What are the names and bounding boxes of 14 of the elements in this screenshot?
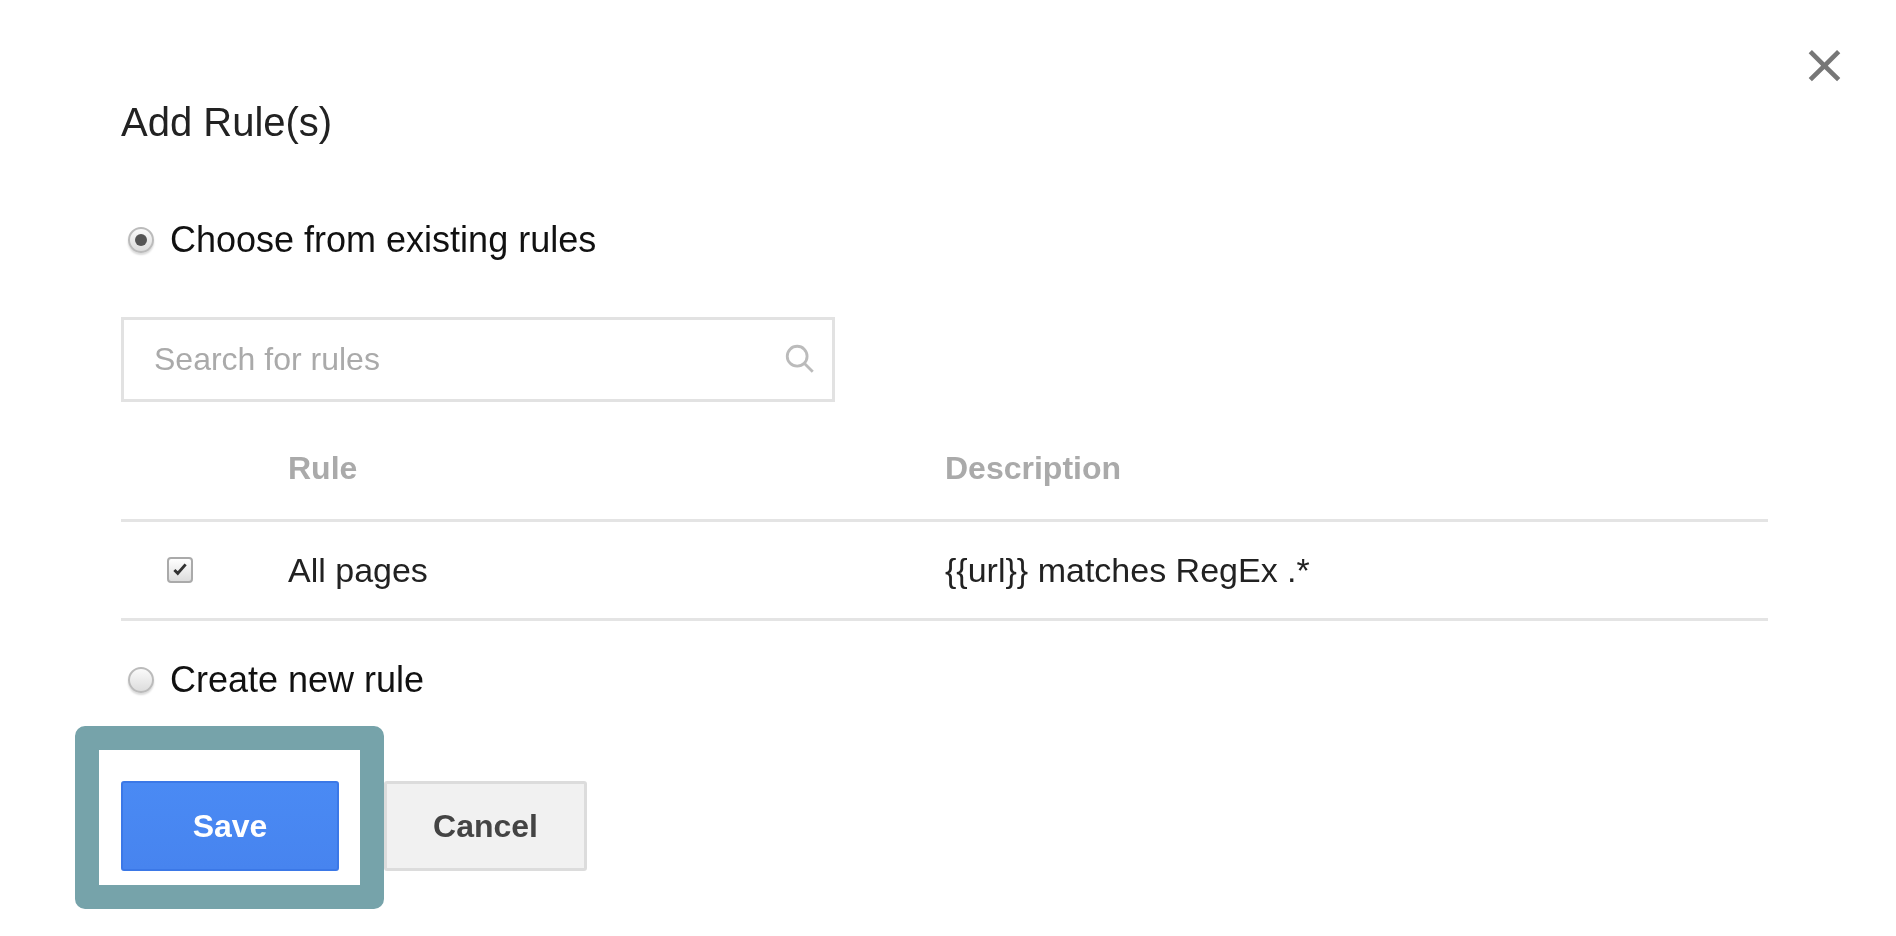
dialog-title: Add Rule(s)	[121, 99, 334, 146]
save-button[interactable]: Save	[121, 781, 339, 871]
radio-button[interactable]	[128, 667, 154, 693]
column-header: Description	[945, 450, 1122, 487]
close-button[interactable]: ×	[1801, 40, 1848, 88]
checkbox[interactable]	[167, 557, 193, 583]
option-label: Create new rule	[170, 659, 425, 701]
cancel-button[interactable]: Cancel	[384, 781, 587, 871]
table-cell: {{url}} matches RegEx .*	[945, 550, 1310, 590]
radio-button[interactable]	[128, 227, 154, 253]
search-field[interactable]: Search for rules	[121, 317, 835, 402]
column-header: Rule	[288, 450, 358, 487]
table-cell: All pages	[288, 550, 428, 590]
option-label: Choose from existing rules	[170, 219, 597, 261]
